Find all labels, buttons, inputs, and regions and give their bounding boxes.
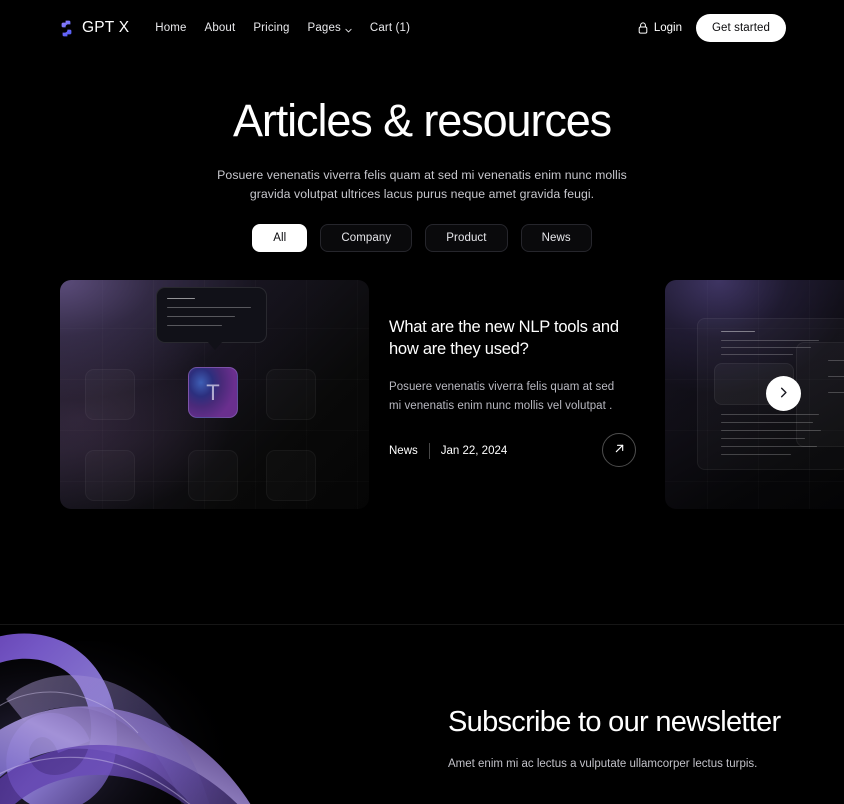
thumbnail-text-line [721,340,819,341]
thumbnail-text-line [721,430,821,431]
page-title: Articles & resources [232,95,612,146]
thumbnail-text-line [721,438,805,439]
nav-link-pricing-label: Pricing [253,22,290,34]
thumbnail-tile [85,450,135,501]
thumbnail-text-line [721,331,755,332]
login-label: Login [653,22,682,34]
article-thumbnail: T [60,280,369,509]
nav-link-pages-label: Pages [307,22,341,34]
gptx-logo-icon [58,20,75,37]
filter-chip-company[interactable]: Company [320,224,413,252]
article-description: Posuere venenatis viverra felis quam at … [389,380,615,412]
tooltip-line [167,316,235,317]
category-filter-bar: All Company Product News [0,224,844,252]
thumbnail-text-line [721,422,813,423]
article-date: Jan 22, 2024 [440,445,508,457]
thumbnail-tile-letter: T [206,379,220,405]
article-read-more-button[interactable] [602,433,636,467]
articles-carousel: T What are the new NLP tools and how are… [0,280,844,512]
top-navbar: GPT X Home About Pricing Pages Cart (1) … [0,0,844,56]
thumbnail-tile [85,369,135,420]
article-title: What are the new NLP tools and how are t… [389,318,619,359]
hero-subtitle: Posuere venenatis viverra felis quam at … [217,168,627,202]
thumbnail-tile [188,450,238,501]
thumbnail-text-line [721,454,791,455]
filter-chip-news[interactable]: News [520,224,592,252]
article-meta: News Jan 22, 2024 [389,443,507,459]
newsletter-subtitle: Amet enim mi ac lectus a vulputate ullam… [448,758,758,771]
thumbnail-tile [266,369,316,420]
thumbnail-tooltip-card [156,287,267,350]
brand-name: GPT X [82,19,130,36]
thumbnail-tile-active: T [188,367,238,418]
tooltip-line [167,325,223,326]
page-root: GPT X Home About Pricing Pages Cart (1) … [0,0,844,804]
nav-link-pages[interactable]: Pages [308,22,352,34]
nav-link-cart-label: Cart (1) [369,22,411,34]
article-thumbnail-next [665,280,844,509]
navbar-right-group: Login Get started [638,14,786,42]
meta-divider [428,443,430,459]
chevron-down-icon [345,25,352,32]
navbar-left-group: GPT X Home About Pricing Pages Cart (1) [58,19,410,37]
nav-link-home-label: Home [155,22,187,34]
tooltip-line [167,307,251,308]
thumbnail-text-line [721,446,817,447]
get-started-button[interactable]: Get started [696,14,786,42]
thumbnail-text-line [828,360,844,361]
tooltip-line [167,298,196,299]
newsletter-text-block: Subscribe to our newsletter Amet enim mi… [448,703,828,774]
brand-logo[interactable]: GPT X [58,19,129,37]
nav-link-cart[interactable]: Cart (1) [370,22,410,34]
lock-icon [638,22,648,34]
thumbnail-tile [266,450,316,501]
article-card[interactable]: T What are the new NLP tools and how are… [60,280,642,509]
article-card-next[interactable] [665,280,844,509]
nav-links: Home About Pricing Pages Cart (1) [155,22,410,34]
thumbnail-text-line [721,354,793,355]
article-card-body: What are the new NLP tools and how are t… [389,280,642,509]
arrow-up-right-icon [612,441,627,459]
article-category: News [389,445,418,457]
chevron-right-icon [777,386,790,402]
thumbnail-text-line [828,376,844,377]
nav-link-pricing[interactable]: Pricing [253,22,289,34]
nav-link-about[interactable]: About [205,22,236,34]
abstract-swirl-graphic [0,625,400,804]
thumbnail-text-line [828,392,844,393]
newsletter-title: Subscribe to our newsletter [448,706,781,738]
login-button[interactable]: Login [638,22,682,34]
hero-section: Articles & resources Posuere venenatis v… [0,95,844,204]
thumbnail-text-line [721,414,819,415]
thumbnail-panel-side [796,342,844,447]
nav-link-home[interactable]: Home [155,22,186,34]
filter-chip-product[interactable]: Product [425,224,508,252]
newsletter-section: Subscribe to our newsletter Amet enim mi… [0,625,844,804]
nav-link-about-label: About [204,22,236,34]
filter-chip-all[interactable]: All [252,224,308,252]
thumbnail-text-line [721,347,811,348]
carousel-next-button[interactable] [766,376,801,411]
